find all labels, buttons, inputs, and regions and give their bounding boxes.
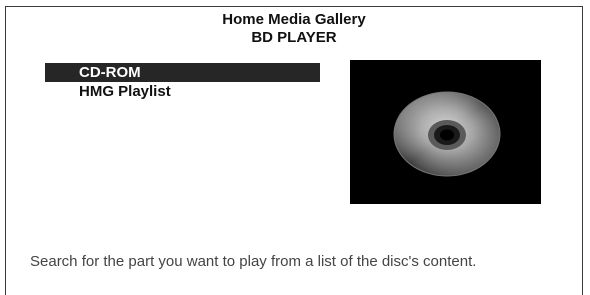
help-text: Search for the part you want to play fro…	[30, 253, 477, 270]
screen-frame: Home Media Gallery BD PLAYER CD-ROM HMG …	[5, 6, 583, 295]
disc-icon	[393, 91, 501, 177]
menu-item-hmg-playlist[interactable]: HMG Playlist	[45, 82, 320, 101]
menu-item-label: HMG Playlist	[79, 83, 171, 100]
menu-item-cd-rom[interactable]: CD-ROM	[45, 63, 320, 82]
page-subtitle: BD PLAYER	[251, 29, 337, 46]
preview-panel	[350, 60, 541, 204]
page-title: Home Media Gallery	[222, 11, 366, 28]
header: Home Media Gallery BD PLAYER	[6, 11, 582, 47]
menu-item-label: CD-ROM	[79, 64, 141, 81]
menu-list: CD-ROM HMG Playlist	[45, 63, 320, 101]
